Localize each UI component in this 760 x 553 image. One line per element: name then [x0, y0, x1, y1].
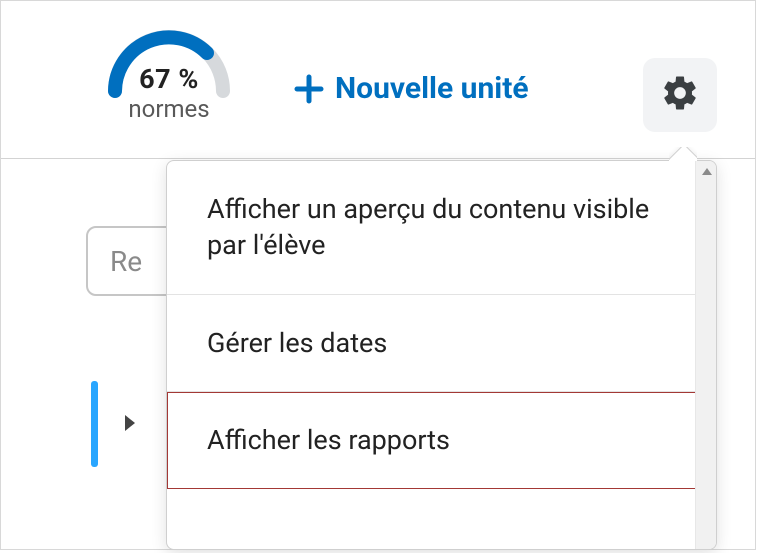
- menu-item-manage-dates[interactable]: Gérer les dates: [167, 295, 697, 391]
- menu-item-label: Afficher les rapports: [207, 424, 450, 456]
- menu-item-preview-student-view[interactable]: Afficher un aperçu du contenu visible pa…: [167, 161, 697, 294]
- gauge-label: normes: [99, 95, 239, 123]
- app-frame: 67 % normes Nouvelle unité Re: [0, 0, 756, 550]
- menu-item-view-reports[interactable]: Afficher les rapports: [167, 392, 697, 488]
- expand-triangle-icon[interactable]: [125, 415, 135, 431]
- menu-item-label: Afficher un aperçu du contenu visible pa…: [207, 193, 649, 261]
- menu-item-label: Gérer les dates: [207, 327, 387, 359]
- dropdown-scrollbar[interactable]: [695, 161, 716, 549]
- gear-icon: [660, 73, 700, 117]
- top-bar: 67 % normes Nouvelle unité: [1, 1, 755, 159]
- gauge-percent-text: 67 %: [99, 63, 239, 95]
- dropdown-scroll-area[interactable]: Afficher un aperçu du contenu visible pa…: [167, 161, 697, 549]
- settings-button[interactable]: [643, 58, 717, 132]
- dropdown-pointer: [669, 147, 697, 161]
- scroll-up-button[interactable]: [696, 161, 717, 182]
- new-unit-button[interactable]: Nouvelle unité: [293, 71, 529, 106]
- new-unit-label: Nouvelle unité: [335, 71, 529, 106]
- standards-gauge: 67 % normes: [99, 21, 239, 101]
- row-accent-bar: [91, 381, 98, 467]
- settings-dropdown: Afficher un aperçu du contenu visible pa…: [166, 160, 717, 550]
- plus-icon: [293, 73, 325, 105]
- search-placeholder: Re: [110, 245, 142, 278]
